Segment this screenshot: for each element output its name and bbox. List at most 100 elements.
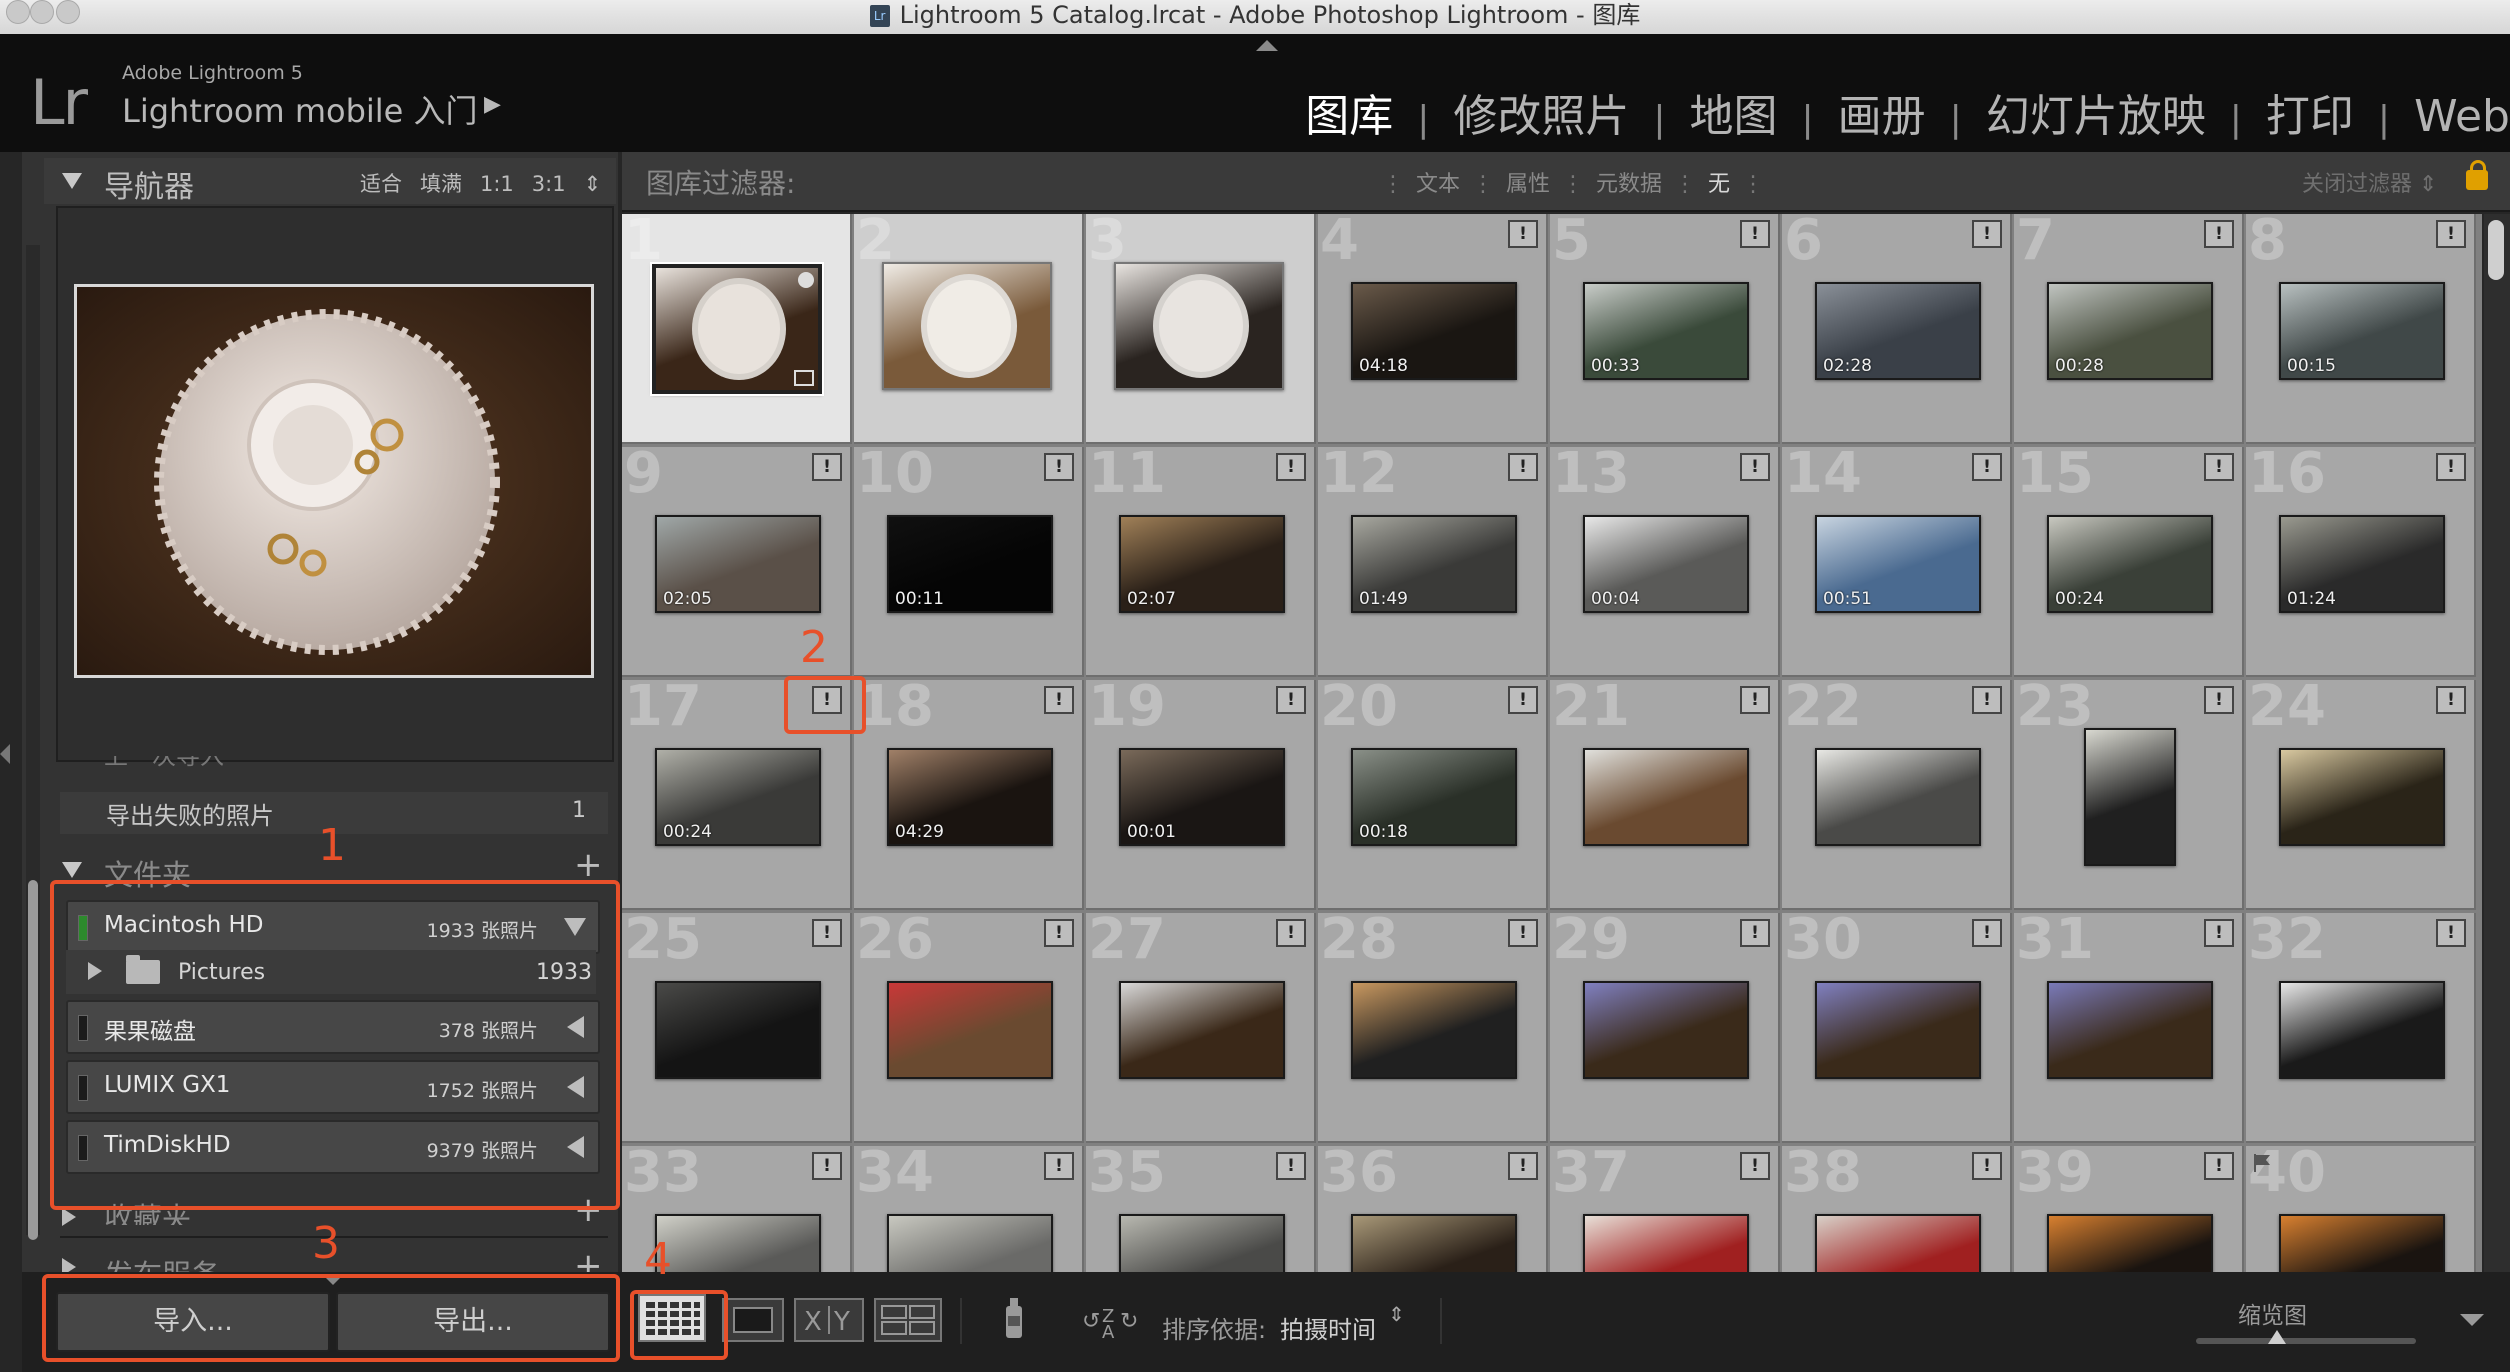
photo-thumbnail[interactable]: [655, 1214, 821, 1272]
folders-collapse-icon[interactable]: [62, 862, 82, 878]
module-tab-3[interactable]: 画册: [1838, 80, 1926, 144]
unsupported-warning-badge[interactable]: !: [2204, 453, 2234, 481]
grid-cell[interactable]: 36!: [1318, 1146, 1548, 1272]
sort-stepper-icon[interactable]: ⇕: [1388, 1304, 1405, 1324]
zoom-3-1-option[interactable]: 3:1: [532, 172, 566, 196]
unsupported-warning-badge[interactable]: !: [1044, 919, 1074, 947]
photo-thumbnail[interactable]: [2279, 748, 2445, 846]
filter-attribute-option[interactable]: 属性: [1506, 172, 1550, 197]
unsupported-warning-badge[interactable]: !: [812, 453, 842, 481]
grid-cell[interactable]: 35!: [1086, 1146, 1316, 1272]
sort-order-select[interactable]: 拍摄时间: [1280, 1310, 1376, 1345]
unsupported-warning-badge[interactable]: !: [1044, 686, 1074, 714]
photo-thumbnail[interactable]: [882, 262, 1052, 390]
grid-cell[interactable]: 24!: [2246, 680, 2476, 910]
photo-thumbnail[interactable]: [1351, 1214, 1517, 1272]
grid-cell[interactable]: 21!: [1550, 680, 1780, 910]
grid-cell[interactable]: 26!: [854, 913, 1084, 1143]
unsupported-warning-badge[interactable]: !: [1508, 919, 1538, 947]
unsupported-warning-badge[interactable]: !: [1972, 919, 2002, 947]
grid-cell[interactable]: 6! 02:28: [1782, 214, 2012, 444]
filter-none-option[interactable]: 无: [1708, 172, 1730, 197]
grid-cell[interactable]: 30!: [1782, 913, 2012, 1143]
grid-cell[interactable]: 22!: [1782, 680, 2012, 910]
module-tab-2[interactable]: 地图: [1690, 80, 1778, 144]
photo-thumbnail[interactable]: 00:24: [655, 748, 821, 846]
toolbar-menu-icon[interactable]: [2460, 1314, 2484, 1326]
sort-direction-icon[interactable]: ↺ Z A ↻: [1082, 1300, 1148, 1348]
lock-icon[interactable]: [2466, 160, 2488, 190]
module-tab-5[interactable]: 打印: [2266, 80, 2354, 144]
grid-scrollbar[interactable]: [2484, 214, 2510, 1272]
grid-cell[interactable]: 16! 01:24: [2246, 447, 2476, 677]
module-tab-1[interactable]: 修改照片: [1453, 80, 1629, 144]
photo-thumbnail[interactable]: [887, 1214, 1053, 1272]
zoom-stepper-icon[interactable]: ⇕: [584, 172, 602, 196]
unsupported-warning-badge[interactable]: !: [2204, 220, 2234, 248]
photo-thumbnail[interactable]: [1119, 981, 1285, 1079]
unsupported-warning-badge[interactable]: !: [1740, 919, 1770, 947]
photo-thumbnail[interactable]: 00:24: [2047, 515, 2213, 613]
grid-scroll-thumb[interactable]: [2488, 220, 2504, 280]
photo-thumbnail[interactable]: 04:18: [1351, 282, 1517, 380]
unsupported-warning-badge[interactable]: !: [1972, 1152, 2002, 1180]
photo-thumbnail[interactable]: 00:18: [1351, 748, 1517, 846]
photo-thumbnail[interactable]: 00:33: [1583, 282, 1749, 380]
unsupported-warning-badge[interactable]: !: [2436, 220, 2466, 248]
close-filter-select[interactable]: 关闭过滤器 ⇕: [2302, 166, 2437, 198]
collapse-top-panel-icon[interactable]: [1256, 40, 1278, 51]
photo-thumbnail[interactable]: 01:49: [1351, 515, 1517, 613]
navigator-preview-image[interactable]: [74, 284, 594, 678]
photo-thumbnail[interactable]: 04:29: [887, 748, 1053, 846]
unsupported-warning-badge[interactable]: !: [1276, 453, 1306, 481]
grid-cell[interactable]: 34!: [854, 1146, 1084, 1272]
flag-icon[interactable]: [2252, 1152, 2272, 1174]
unsupported-warning-badge[interactable]: !: [1972, 453, 2002, 481]
photo-thumbnail[interactable]: 00:28: [2047, 282, 2213, 380]
grid-cell[interactable]: 4! 04:18: [1318, 214, 1548, 444]
loupe-view-button[interactable]: [722, 1298, 784, 1342]
show-left-panel-icon[interactable]: [0, 744, 10, 764]
unsupported-warning-badge[interactable]: !: [1972, 686, 2002, 714]
grid-cell[interactable]: 10! 00:11: [854, 447, 1084, 677]
photo-thumbnail[interactable]: 00:51: [1815, 515, 1981, 613]
unsupported-warning-badge[interactable]: !: [1276, 1152, 1306, 1180]
grid-cell[interactable]: 18! 04:29: [854, 680, 1084, 910]
unsupported-warning-badge[interactable]: !: [1508, 1152, 1538, 1180]
grid-cell[interactable]: 14! 00:51: [1782, 447, 2012, 677]
unsupported-warning-badge[interactable]: !: [1508, 220, 1538, 248]
grid-cell[interactable]: 19! 00:01: [1086, 680, 1316, 910]
painter-spray-icon[interactable]: [996, 1292, 1032, 1342]
photo-thumbnail[interactable]: [650, 262, 824, 396]
unsupported-warning-badge[interactable]: !: [1740, 1152, 1770, 1180]
unsupported-warning-badge[interactable]: !: [1972, 220, 2002, 248]
lightroom-mobile-link[interactable]: Lightroom mobile 入门: [122, 86, 478, 132]
photo-thumbnail[interactable]: [655, 981, 821, 1079]
grid-cell[interactable]: 3: [1086, 214, 1316, 444]
grid-cell[interactable]: 39!: [2014, 1146, 2244, 1272]
collections-expand-icon[interactable]: [62, 1208, 76, 1226]
unsupported-warning-badge[interactable]: !: [1276, 919, 1306, 947]
photo-thumbnail[interactable]: [1583, 748, 1749, 846]
photo-thumbnail[interactable]: 02:07: [1119, 515, 1285, 613]
photo-thumbnail[interactable]: [2279, 981, 2445, 1079]
grid-cell[interactable]: 38!: [1782, 1146, 2012, 1272]
photo-thumbnail[interactable]: 00:01: [1119, 748, 1285, 846]
grid-cell[interactable]: 31!: [2014, 913, 2244, 1143]
unsupported-warning-badge[interactable]: !: [2204, 686, 2234, 714]
grid-cell[interactable]: 23!: [2014, 680, 2244, 910]
grid-cell[interactable]: 8! 00:15: [2246, 214, 2476, 444]
grid-cell[interactable]: 37!: [1550, 1146, 1780, 1272]
zoom-fill-option[interactable]: 填满: [420, 172, 462, 196]
thumbnail-size-slider[interactable]: [2196, 1338, 2416, 1344]
unsupported-warning-badge[interactable]: !: [812, 1152, 842, 1180]
photo-thumbnail[interactable]: [1351, 981, 1517, 1079]
unsupported-warning-badge[interactable]: !: [1276, 686, 1306, 714]
catalog-previous-import[interactable]: 上一次导入: [104, 756, 224, 770]
unsupported-warning-badge[interactable]: !: [2204, 1152, 2234, 1180]
unsupported-warning-badge[interactable]: !: [1044, 453, 1074, 481]
unsupported-warning-badge[interactable]: !: [2204, 919, 2234, 947]
navigator-collapse-icon[interactable]: [62, 173, 82, 189]
grid-cell[interactable]: 40: [2246, 1146, 2476, 1272]
unsupported-warning-badge[interactable]: !: [1740, 686, 1770, 714]
